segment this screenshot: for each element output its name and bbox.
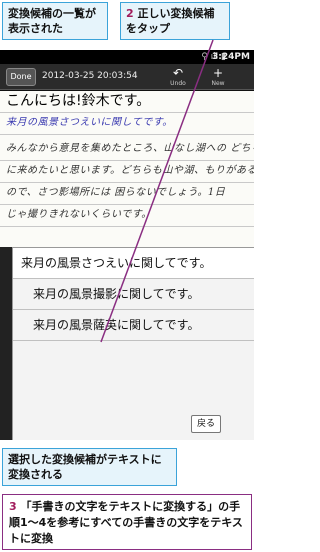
undo-button[interactable]: ↶ Undo bbox=[166, 66, 190, 88]
status-time: 3:24PM bbox=[212, 52, 250, 62]
note-line-handwritten: に来めたいと思います。どちらも山や湖、もりがある bbox=[0, 161, 254, 183]
candidate-item[interactable]: 来月の風景薩英に関してです。 bbox=[13, 310, 254, 341]
callout-convert-all: 3 「手書きの文字をテキストに変換する」の手順1〜4を参考にすべての手書きの文字… bbox=[2, 494, 252, 550]
candidate-item[interactable]: 来月の風景撮影に関してです。 bbox=[13, 279, 254, 310]
callout-tap-candidate: 2 正しい変換候補をタップ bbox=[120, 2, 230, 40]
new-label: New bbox=[211, 80, 225, 87]
side-panel-edge bbox=[0, 247, 12, 440]
note-line-handwritten: じゃ撮りきれないくらいです。 bbox=[0, 205, 254, 227]
step-number: 3 bbox=[9, 500, 17, 513]
note-line-handwritten: ので、さつ影場所には 困らないでしょう。1日 bbox=[0, 183, 254, 205]
conversion-candidate-list: 来月の風景さつえいに関してです。 来月の風景撮影に関してです。 来月の風景薩英に… bbox=[12, 247, 254, 440]
note-line-handwritten: みんなから意見を集めたところ、山なし湖への どちらか bbox=[0, 139, 254, 161]
plus-icon: + bbox=[212, 66, 224, 80]
callout-converted: 選択した変換候補がテキストに変換される bbox=[2, 448, 177, 486]
note-line-handwritten-selected: 来月の風景さつえいに関してです。 bbox=[0, 113, 254, 135]
undo-label: Undo bbox=[170, 80, 186, 87]
status-bar: ⚲ ıll ▮ 3:24PM bbox=[0, 50, 254, 64]
phone-screen: ⚲ ıll ▮ 3:24PM Done 2012-03-25 20:03:54 … bbox=[0, 50, 254, 440]
callout-text: 正しい変換候補をタップ bbox=[126, 7, 215, 35]
candidate-item[interactable]: 来月の風景さつえいに関してです。 bbox=[13, 248, 254, 279]
callout-text: 選択した変換候補がテキストに変換される bbox=[8, 453, 162, 481]
step-number: 2 bbox=[126, 7, 134, 20]
undo-icon: ↶ bbox=[172, 66, 184, 80]
note-datetime: 2012-03-25 20:03:54 bbox=[42, 71, 138, 81]
note-toolbar: Done 2012-03-25 20:03:54 ↶ Undo + New bbox=[0, 64, 254, 90]
done-button[interactable]: Done bbox=[6, 68, 36, 86]
note-line: こんにちは!鈴木です。 bbox=[0, 91, 254, 113]
new-button[interactable]: + New bbox=[206, 66, 230, 88]
back-button[interactable]: 戻る bbox=[191, 415, 221, 433]
callout-candidates-shown: 変換候補の一覧が表示された bbox=[2, 2, 108, 40]
callout-text: 「手書きの文字をテキストに変換する」の手順1〜4を参考にすべての手書きの文字をテ… bbox=[9, 500, 243, 545]
callout-text: 変換候補の一覧が表示された bbox=[8, 7, 96, 35]
